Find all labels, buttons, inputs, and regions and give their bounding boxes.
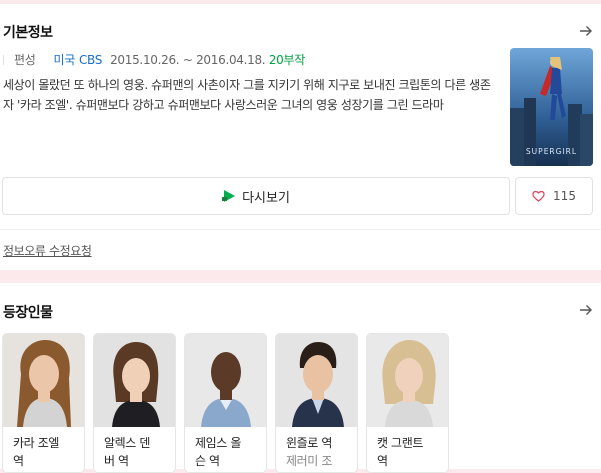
meta-divider: [3, 55, 4, 65]
character-photo: [3, 334, 84, 427]
character-role: 캣 그랜트 역: [377, 436, 423, 468]
character-role: 알렉스 덴 버 역: [104, 436, 150, 468]
basic-info-title: 기본정보: [3, 25, 53, 41]
broadcast-dates: 2015.10.26. ~ 2016.04.18.: [110, 53, 266, 67]
arrow-right-icon[interactable]: [579, 24, 593, 38]
basic-info-card: 기본정보 편성 미국 CBS 2015.10.26. ~ 2016.04.18. 20…: [0, 4, 601, 270]
character-card[interactable]: 알렉스 덴 버 역: [93, 333, 176, 473]
character-role: 제임스 올 슨 역: [195, 436, 241, 468]
character-card[interactable]: 캣 그랜트 역: [366, 333, 449, 473]
like-count: 115: [553, 189, 576, 203]
heart-icon: [532, 190, 545, 202]
character-card[interactable]: 카라 조엘 역: [2, 333, 85, 473]
channel-link[interactable]: CBS: [79, 53, 102, 67]
episode-count: 20부작: [268, 53, 305, 67]
character-card[interactable]: 제임스 올 슨 역: [184, 333, 267, 473]
broadcast-meta: 편성 미국 CBS 2015.10.26. ~ 2016.04.18. 20부작: [3, 51, 305, 68]
poster-image[interactable]: SUPERGIRL: [510, 48, 593, 166]
arrow-right-icon[interactable]: [579, 303, 593, 317]
poster-title: SUPERGIRL: [526, 147, 577, 156]
character-photo: [276, 334, 357, 427]
synopsis: 세상이 몰랐던 또 하나의 영웅. 슈퍼맨의 사촌이자 그를 지키기 위해 지구…: [3, 78, 491, 112]
section-divider: [0, 229, 601, 230]
character-role: 카라 조엘 역: [13, 436, 59, 468]
actor-name: 제러미 조: [286, 454, 332, 468]
replay-button[interactable]: 다시보기: [2, 177, 510, 215]
play-icon: [222, 190, 236, 202]
character-list: 카라 조엘 역 알렉스 덴 버 역 제임스 올 슨 역 윈즐로 역 제러미 조 …: [2, 333, 449, 473]
genre-label: 편성: [14, 53, 36, 67]
characters-card: 등장인물 카라 조엘 역 알렉스 덴 버 역 제임스 올 슨 역 윈즐로 역 제…: [0, 283, 601, 473]
character-photo: [185, 334, 266, 427]
report-error-link[interactable]: 정보오류 수정요청: [3, 242, 92, 259]
country-link[interactable]: 미국: [53, 53, 75, 67]
character-card[interactable]: 윈즐로 역 제러미 조: [275, 333, 358, 473]
replay-label: 다시보기: [242, 190, 290, 206]
like-button[interactable]: 115: [515, 177, 593, 215]
character-photo: [94, 334, 175, 427]
characters-title: 등장인물: [3, 305, 53, 321]
character-role: 윈즐로 역 제러미 조: [276, 427, 357, 470]
character-photo: [367, 334, 448, 427]
